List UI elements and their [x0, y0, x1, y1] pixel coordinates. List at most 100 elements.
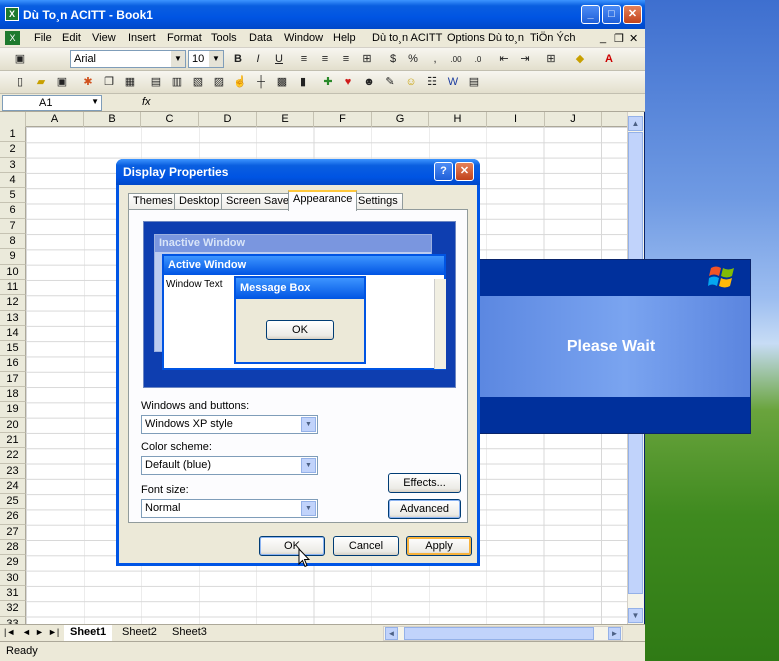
doc-restore-icon[interactable]: ❐	[614, 32, 624, 45]
menu-options-du-toan[interactable]: Options Dù to¸n	[447, 32, 524, 44]
row-header[interactable]: 3	[0, 157, 26, 173]
row-header[interactable]: 32	[0, 601, 26, 617]
menu-du-toan-acitt[interactable]: Dù to¸n ACITT	[372, 32, 442, 44]
toolbar-tool-icon[interactable]: ▩	[274, 75, 290, 90]
menu-data[interactable]: Data	[249, 32, 272, 44]
row-header[interactable]: 20	[0, 417, 26, 433]
toolbar-custom-icon[interactable]: ✱	[80, 75, 96, 90]
sheet-tab-2[interactable]: Sheet2	[116, 625, 163, 641]
effects-button[interactable]: Effects...	[388, 473, 461, 493]
row-header[interactable]: 15	[0, 341, 26, 357]
smiley-icon[interactable]: ☺	[403, 75, 419, 90]
tab-settings[interactable]: Settings	[353, 193, 403, 210]
doc-close-icon[interactable]: ✕	[629, 32, 638, 45]
h-scroll-thumb[interactable]	[404, 627, 594, 640]
toolbar-tool-icon[interactable]: ▤	[148, 75, 164, 90]
merge-center-icon[interactable]: ⊞	[359, 52, 375, 67]
column-header[interactable]: B	[84, 112, 141, 127]
tab-themes[interactable]: Themes	[128, 193, 178, 210]
sheet-tab-1[interactable]: Sheet1	[64, 625, 113, 641]
row-header[interactable]: 6	[0, 203, 26, 219]
column-header[interactable]: I	[487, 112, 545, 127]
doc-minimize-icon[interactable]: _	[600, 32, 606, 44]
increase-decimal-icon[interactable]: .00	[448, 52, 464, 67]
bold-button[interactable]: B	[230, 52, 246, 67]
row-header[interactable]: 18	[0, 387, 26, 403]
column-header[interactable]: F	[314, 112, 372, 127]
cancel-button[interactable]: Cancel	[333, 536, 399, 556]
close-button[interactable]: ✕	[623, 5, 642, 24]
toolbar-tool-icon[interactable]: ▤	[466, 75, 482, 90]
save-icon[interactable]: ▣	[12, 52, 28, 67]
word-icon[interactable]: W	[445, 75, 461, 90]
comma-button[interactable]: ,	[427, 52, 443, 67]
minimize-button[interactable]: _	[581, 5, 600, 24]
dialog-titlebar[interactable]: Display Properties ? ✕	[116, 159, 480, 185]
tab-screen-saver[interactable]: Screen Saver	[221, 193, 298, 210]
toolbar-tool-icon[interactable]: ▧	[190, 75, 206, 90]
increase-indent-icon[interactable]: ⇥	[517, 52, 533, 67]
copy-icon[interactable]: ❐	[101, 75, 117, 90]
row-header[interactable]: 21	[0, 432, 26, 449]
underline-button[interactable]: U	[271, 52, 287, 67]
first-sheet-icon[interactable]: |◄	[4, 627, 15, 637]
help-button[interactable]: ?	[434, 162, 453, 181]
column-header[interactable]: H	[429, 112, 487, 127]
row-header[interactable]: 25	[0, 494, 26, 510]
maximize-button[interactable]: □	[602, 5, 621, 24]
ok-button[interactable]: OK	[259, 536, 325, 556]
calculator-icon[interactable]: ▦	[122, 75, 138, 90]
menu-insert[interactable]: Insert	[128, 32, 156, 44]
menu-help[interactable]: Help	[333, 32, 356, 44]
toolbar-tool-icon[interactable]: ☻	[361, 75, 377, 90]
row-header[interactable]: 8	[0, 234, 26, 250]
currency-button[interactable]: $	[385, 52, 401, 67]
font-size-select[interactable]: 10 ▼	[188, 50, 224, 68]
row-header[interactable]: 16	[0, 356, 26, 372]
next-sheet-icon[interactable]: ►	[35, 627, 44, 637]
open-icon[interactable]: ▰	[33, 75, 49, 90]
new-icon[interactable]: ▯	[12, 75, 28, 90]
row-header[interactable]: 26	[0, 509, 26, 525]
menu-window[interactable]: Window	[284, 32, 323, 44]
percent-button[interactable]: %	[405, 52, 421, 67]
align-left-icon[interactable]: ≡	[296, 52, 312, 67]
row-header[interactable]: 27	[0, 524, 26, 541]
row-header[interactable]: 14	[0, 325, 26, 342]
apply-button[interactable]: Apply	[406, 536, 472, 556]
prev-sheet-icon[interactable]: ◄	[22, 627, 31, 637]
scroll-up-icon[interactable]: ▲	[628, 116, 643, 131]
select-all-corner[interactable]	[0, 112, 26, 127]
row-header[interactable]: 29	[0, 555, 26, 571]
excel-doc-icon[interactable]: X	[5, 31, 20, 45]
windows-buttons-select[interactable]: Windows XP style ▼	[141, 415, 318, 434]
toolbar-tool-icon[interactable]: ☷	[424, 75, 440, 90]
name-box[interactable]: A1 ▼	[2, 95, 102, 111]
excel-titlebar[interactable]: X Dù To¸n ACITT - Book1 _ □ ✕	[0, 0, 645, 29]
advanced-button[interactable]: Advanced	[388, 499, 461, 519]
row-header[interactable]: 22	[0, 448, 26, 464]
row-header[interactable]: 10	[0, 264, 26, 280]
menu-tools[interactable]: Tools	[211, 32, 237, 44]
row-header[interactable]: 17	[0, 371, 26, 388]
toolbar-tool-icon[interactable]: ☝	[232, 75, 248, 90]
row-header[interactable]: 9	[0, 249, 26, 265]
row-header[interactable]: 13	[0, 310, 26, 326]
row-header[interactable]: 31	[0, 585, 26, 602]
font-size-select[interactable]: Normal ▼	[141, 499, 318, 518]
menu-format[interactable]: Format	[167, 32, 202, 44]
row-header[interactable]: 28	[0, 540, 26, 556]
font-name-select[interactable]: Arial ▼	[70, 50, 186, 68]
row-header[interactable]: 33	[0, 616, 26, 624]
row-header[interactable]: 1	[0, 127, 26, 143]
scroll-down-icon[interactable]: ▼	[628, 608, 643, 623]
row-header[interactable]: 7	[0, 218, 26, 235]
menu-view[interactable]: View	[92, 32, 116, 44]
row-header[interactable]: 5	[0, 188, 26, 204]
row-header[interactable]: 12	[0, 295, 26, 311]
column-header[interactable]: A	[26, 112, 84, 127]
font-color-icon[interactable]: A	[601, 52, 617, 67]
column-header[interactable]: E	[257, 112, 314, 127]
chart-icon[interactable]: ▮	[295, 75, 311, 90]
column-header[interactable]: D	[199, 112, 257, 127]
